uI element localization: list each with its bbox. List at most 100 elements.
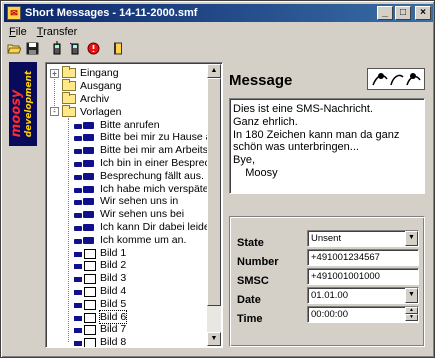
- message-item[interactable]: Bitte bei mir am Arbeitsp: [74, 144, 208, 157]
- folder-node[interactable]: Archiv: [50, 91, 110, 106]
- picture-icon: [74, 337, 96, 347]
- message-item[interactable]: Bitte anrufen: [74, 118, 160, 131]
- picture-label: Bild 1: [100, 246, 127, 259]
- tree-connector: [68, 118, 69, 343]
- picture-item[interactable]: Bild 4: [74, 285, 126, 298]
- state-dropdown[interactable]: Unsent ▼: [307, 230, 419, 247]
- scroll-thumb[interactable]: [207, 78, 221, 306]
- message-header: Message: [229, 72, 293, 89]
- message-item[interactable]: Ich komme um an.: [74, 233, 186, 246]
- picture-item[interactable]: Bild 5: [74, 297, 126, 310]
- picture-label: Bild 3: [100, 272, 127, 285]
- stop-icon[interactable]: [85, 41, 101, 55]
- number-label: Number: [237, 256, 279, 268]
- message-label: Bitte anrufen: [100, 118, 160, 131]
- picture-label: Bild 7: [100, 323, 127, 336]
- message-item[interactable]: Wir sehen uns bei: [74, 208, 184, 221]
- menu-file[interactable]: File: [4, 26, 32, 38]
- menu-transfer[interactable]: Transfer: [32, 26, 83, 38]
- moosy-logo: moosy development: [9, 62, 37, 146]
- message-item[interactable]: Ich habe mich verspätet u: [74, 182, 208, 195]
- folder-label: Ausgang: [80, 80, 122, 93]
- picture-item[interactable]: Bild 6: [74, 309, 128, 324]
- tree-connector: [54, 73, 55, 112]
- message-label: Ich habe mich verspätet u: [100, 182, 208, 195]
- scroll-up-button[interactable]: ▲: [207, 64, 221, 78]
- message-label: Wir sehen uns in: [100, 195, 179, 208]
- picture-item[interactable]: Bild 3: [74, 272, 126, 285]
- picture-label: Bild 5: [100, 297, 127, 310]
- spin-up-button[interactable]: ▲: [405, 307, 418, 314]
- save-icon[interactable]: [24, 41, 40, 55]
- scroll-down-button[interactable]: ▼: [207, 332, 221, 346]
- picture-icon: [74, 286, 96, 297]
- menu-bar: File Transfer: [4, 23, 433, 40]
- logo-text: moosy: [9, 89, 25, 138]
- message-icon: [74, 184, 96, 194]
- message-label: Ich kann Dir dabei leider: [100, 220, 208, 233]
- message-icon: [74, 222, 96, 232]
- message-label: Wir sehen uns bei: [100, 208, 185, 221]
- message-label: Besprechung fällt aus.: [100, 169, 204, 182]
- picture-item[interactable]: Bild 8: [74, 336, 126, 347]
- message-item[interactable]: Wir sehen uns in: [74, 195, 178, 208]
- smsc-field[interactable]: +491001001000: [307, 268, 419, 285]
- message-icon: [74, 120, 96, 130]
- folder-label: Eingang: [80, 67, 119, 80]
- folder-label: Archiv: [80, 92, 110, 105]
- picture-item[interactable]: Bild 1: [74, 246, 126, 259]
- time-field[interactable]: 00:00:00 ▲ ▼: [307, 306, 419, 323]
- message-text-area[interactable]: Dies ist eine SMS-Nachricht. Ganz ehrlic…: [229, 98, 425, 194]
- folder-icon: [62, 91, 76, 104]
- clipart-image: [367, 68, 425, 90]
- spin-down-button[interactable]: ▼: [405, 314, 418, 321]
- message-label: Bitte bei mir am Arbeitsp: [100, 144, 208, 157]
- folder-icon: [62, 66, 76, 79]
- date-picker[interactable]: 01.01.00 ▼: [307, 287, 419, 304]
- message-icon: [74, 132, 96, 142]
- message-item[interactable]: Bitte bei mir zu Hause an: [74, 131, 208, 144]
- toolbar: [4, 40, 433, 56]
- tree-content: + Eingang Ausgang Archiv - Vorlagen Bitt…: [48, 65, 208, 347]
- picture-icon: [74, 324, 96, 336]
- maximize-button[interactable]: □: [395, 6, 411, 20]
- folder-icon: [62, 79, 76, 92]
- exit-door-icon[interactable]: [110, 41, 126, 55]
- folder-node[interactable]: Ausgang: [50, 79, 122, 93]
- details-panel: State Unsent ▼ Number +491001234567 SMSC…: [229, 216, 425, 347]
- folder-icon: [62, 104, 76, 117]
- picture-icon: [74, 299, 96, 310]
- picture-icon: [74, 248, 96, 259]
- chevron-down-icon[interactable]: ▼: [405, 288, 418, 303]
- chevron-down-icon[interactable]: ▼: [405, 231, 418, 246]
- message-icon: [74, 158, 96, 168]
- message-icon: [74, 196, 96, 206]
- folder-node[interactable]: + Eingang: [50, 66, 119, 80]
- minimize-button[interactable]: _: [377, 6, 393, 20]
- folder-label: Vorlagen: [80, 105, 122, 118]
- phone-send-icon[interactable]: [67, 41, 83, 55]
- message-icon: [74, 145, 96, 155]
- picture-item[interactable]: Bild 7: [74, 323, 126, 336]
- picture-item[interactable]: Bild 2: [74, 259, 126, 272]
- message-item[interactable]: Besprechung fällt aus.: [74, 169, 204, 182]
- open-icon[interactable]: [6, 41, 22, 55]
- message-label: Bitte bei mir zu Hause an: [100, 131, 208, 144]
- logo-subtext: development: [24, 70, 35, 138]
- message-item[interactable]: Ich kann Dir dabei leider: [74, 221, 208, 234]
- picture-label: Bild 6: [98, 309, 128, 324]
- date-value: 01.01.00: [311, 290, 348, 301]
- picture-label: Bild 4: [100, 284, 127, 297]
- phone-receive-icon[interactable]: [49, 41, 65, 55]
- picture-label: Bild 8: [100, 336, 127, 347]
- main-window: ✉ Short Messages - 14-11-2000.smf _ □ × …: [0, 0, 435, 358]
- picture-label: Bild 2: [100, 259, 127, 272]
- message-item[interactable]: Ich bin in einer Besprech: [74, 157, 208, 170]
- close-button[interactable]: ×: [415, 6, 431, 20]
- number-field[interactable]: +491001234567: [307, 249, 419, 266]
- folder-node[interactable]: - Vorlagen: [50, 104, 122, 118]
- time-value: 00:00:00: [311, 309, 348, 320]
- folder-tree[interactable]: + Eingang Ausgang Archiv - Vorlagen Bitt…: [45, 62, 223, 348]
- title-bar[interactable]: ✉ Short Messages - 14-11-2000.smf _ □ ×: [4, 4, 433, 22]
- tree-scrollbar[interactable]: ▲ ▼: [207, 64, 221, 346]
